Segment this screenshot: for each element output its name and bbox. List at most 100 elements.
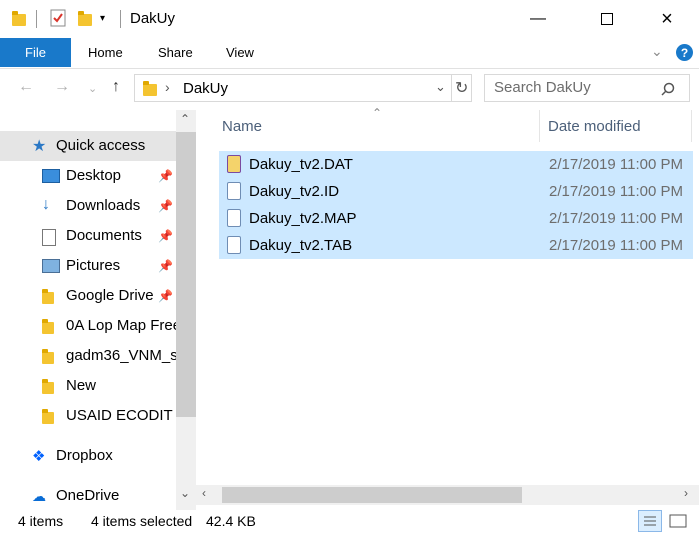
- status-bar: 4 items 4 items selected 42.4 KB: [0, 510, 699, 536]
- file-name: Dakuy_tv2.ID: [249, 183, 340, 200]
- up-button[interactable]: ↑: [112, 78, 120, 96]
- address-bar[interactable]: › DakUy ⌄ ↻: [134, 74, 472, 102]
- sidebar-item-label: New: [66, 377, 97, 394]
- tab-home[interactable]: Home: [88, 45, 123, 60]
- separator: [120, 10, 121, 28]
- details-view-button[interactable]: [638, 510, 662, 532]
- column-header-date-modified[interactable]: Date modified: [548, 118, 641, 135]
- table-row[interactable]: Dakuy_tv2.ID 2/17/2019 11:00 PM: [219, 178, 693, 205]
- file-date: 2/17/2019 11:00 PM: [549, 210, 683, 227]
- table-row[interactable]: Dakuy_tv2.TAB 2/17/2019 11:00 PM: [219, 232, 693, 259]
- sidebar-item-onedrive[interactable]: ☁ OneDrive: [0, 481, 176, 511]
- close-button[interactable]: ×: [644, 0, 690, 38]
- sidebar-item-label: Dropbox: [56, 447, 113, 464]
- separator: [36, 10, 37, 28]
- sidebar-item-google-drive[interactable]: Google Drive 📌: [0, 281, 176, 311]
- title-bar: ▾ DakUy — ×: [0, 0, 699, 38]
- maximize-button[interactable]: [584, 0, 630, 38]
- file-icon: [227, 236, 241, 254]
- separator: [451, 75, 452, 101]
- file-list: ⌃ Name Date modified Dakuy_tv2.DAT 2/17/…: [196, 106, 699, 510]
- sidebar-item-folder[interactable]: gadm36_VNM_sh: [0, 341, 176, 371]
- scroll-right-icon[interactable]: ›: [684, 486, 688, 500]
- sidebar-item-label: USAID ECODIT 2: [66, 407, 176, 424]
- sidebar-item-folder[interactable]: USAID ECODIT 2: [0, 401, 176, 431]
- forward-button[interactable]: →: [54, 78, 70, 96]
- large-icons-view-button[interactable]: [668, 512, 688, 530]
- download-icon: ↓: [42, 196, 50, 213]
- table-row[interactable]: Dakuy_tv2.MAP 2/17/2019 11:00 PM: [219, 205, 693, 232]
- properties-icon[interactable]: [50, 9, 66, 30]
- navigation-bar: ← → ⌄ ↑ › DakUy ⌄ ↻: [0, 69, 699, 109]
- search-icon[interactable]: [661, 82, 675, 96]
- tab-file[interactable]: File: [0, 38, 71, 67]
- star-icon: ★: [32, 138, 47, 155]
- table-row[interactable]: Dakuy_tv2.DAT 2/17/2019 11:00 PM: [219, 151, 693, 178]
- file-date: 2/17/2019 11:00 PM: [549, 237, 683, 254]
- sidebar-item-folder[interactable]: 0A Lop Map Free: [0, 311, 176, 341]
- search-input[interactable]: [494, 79, 654, 96]
- search-box[interactable]: [484, 74, 690, 102]
- ribbon: File Home Share View ⌄ ?: [0, 38, 699, 69]
- file-name: Dakuy_tv2.MAP: [249, 210, 357, 227]
- dat-file-icon: [227, 155, 241, 173]
- sidebar-item-downloads[interactable]: ↓ Downloads 📌: [0, 191, 176, 221]
- file-icon: [227, 209, 241, 227]
- sidebar-item-quick-access[interactable]: ★ Quick access: [0, 131, 176, 161]
- scroll-left-icon[interactable]: ‹: [202, 486, 206, 500]
- recent-locations-icon[interactable]: ⌄: [88, 82, 97, 95]
- column-header-name[interactable]: Name: [222, 118, 262, 135]
- breadcrumb-separator-icon: ›: [165, 79, 170, 95]
- minimize-icon: —: [530, 10, 546, 27]
- help-icon[interactable]: ?: [676, 44, 693, 61]
- file-icon: [227, 182, 241, 200]
- window-title: DakUy: [130, 10, 176, 27]
- file-name: Dakuy_tv2.TAB: [249, 237, 353, 254]
- desktop-icon: [42, 169, 60, 183]
- minimize-button[interactable]: —: [515, 0, 561, 38]
- scrollbar-thumb[interactable]: [176, 132, 196, 417]
- sidebar-item-documents[interactable]: Documents 📌: [0, 221, 176, 251]
- horizontal-scrollbar[interactable]: ‹ ›: [196, 485, 699, 505]
- dropbox-icon: ❖: [32, 448, 46, 465]
- address-dropdown-icon[interactable]: ⌄: [435, 79, 446, 95]
- tab-view[interactable]: View: [226, 45, 254, 60]
- column-divider[interactable]: [539, 110, 540, 142]
- column-divider[interactable]: [691, 110, 692, 142]
- maximize-icon: [601, 13, 613, 25]
- sidebar-item-label: OneDrive: [56, 487, 120, 504]
- back-button[interactable]: ←: [18, 78, 34, 96]
- close-icon: ×: [661, 7, 673, 30]
- selection-size: 42.4 KB: [206, 513, 256, 529]
- sidebar-item-dropbox[interactable]: ❖ Dropbox: [0, 441, 176, 471]
- pin-icon[interactable]: 📌: [158, 259, 173, 273]
- expand-ribbon-icon[interactable]: ⌄: [651, 43, 663, 60]
- sidebar-item-folder[interactable]: New: [0, 371, 176, 401]
- pictures-icon: [42, 259, 60, 273]
- sort-ascending-icon: ⌃: [372, 106, 383, 120]
- file-name: Dakuy_tv2.DAT: [249, 156, 353, 173]
- pin-icon[interactable]: 📌: [158, 229, 173, 243]
- large-icons-view-icon: [669, 514, 687, 528]
- sidebar-item-label: gadm36_VNM_sh: [66, 347, 176, 364]
- sidebar-item-pictures[interactable]: Pictures 📌: [0, 251, 176, 281]
- pin-icon[interactable]: 📌: [158, 199, 173, 213]
- breadcrumb[interactable]: DakUy: [183, 80, 228, 97]
- details-view-icon: [644, 516, 656, 526]
- tab-share[interactable]: Share: [158, 45, 193, 60]
- file-date: 2/17/2019 11:00 PM: [549, 183, 683, 200]
- customize-toolbar-icon[interactable]: ▾: [100, 13, 105, 24]
- pin-icon[interactable]: 📌: [158, 289, 173, 303]
- pin-icon[interactable]: 📌: [158, 169, 173, 183]
- scrollbar-thumb[interactable]: [222, 487, 522, 503]
- item-count: 4 items: [18, 513, 64, 529]
- refresh-icon[interactable]: ↻: [455, 78, 468, 98]
- scroll-up-icon[interactable]: ⌃: [180, 112, 190, 126]
- selected-count: 4 items selected: [91, 513, 193, 529]
- sidebar-scrollbar[interactable]: ⌃ ⌄: [176, 110, 196, 510]
- navigation-pane: ★ Quick access Desktop 📌 ↓ Downloads 📌 D…: [0, 110, 196, 510]
- scroll-down-icon[interactable]: ⌄: [180, 486, 190, 500]
- file-date: 2/17/2019 11:00 PM: [549, 156, 683, 173]
- onedrive-icon: ☁: [32, 488, 46, 504]
- sidebar-item-desktop[interactable]: Desktop 📌: [0, 161, 176, 191]
